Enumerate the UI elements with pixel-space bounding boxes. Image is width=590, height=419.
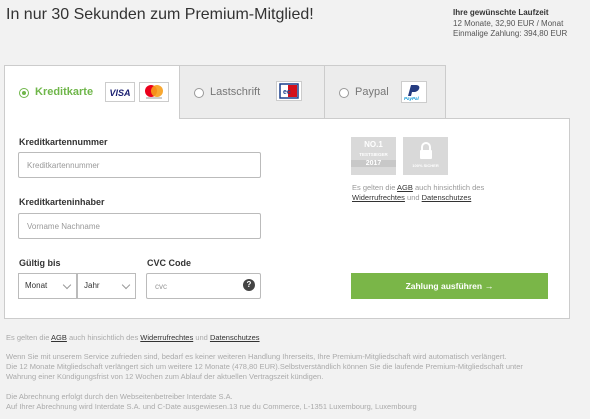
svg-text:ec: ec (283, 89, 291, 96)
agb-notice-right: Es gelten die AGB auch hinsichtlich des … (352, 183, 485, 202)
plan-summary-total: Einmalige Zahlung: 394,80 EUR (453, 29, 568, 38)
chevron-down-icon (121, 280, 131, 290)
visa-logo-icon: VISA (105, 82, 135, 102)
badge-no1: NO.1 (364, 140, 383, 149)
mastercard-logo-icon (139, 82, 169, 102)
plan-summary-title: Ihre gewünschte Laufzeit (453, 8, 549, 17)
pay-button-label: Zahlung ausführen (405, 281, 483, 291)
page-title: In nur 30 Sekunden zum Premium-Mitglied! (6, 6, 314, 23)
tab-lastschrift[interactable]: Lastschrift ec (179, 65, 325, 118)
valid-until-label: Gültig bis (19, 258, 61, 268)
svg-text:PayPal: PayPal (404, 96, 420, 101)
cvc-field: ? (146, 273, 261, 299)
tab-kreditkarte[interactable]: Kreditkarte VISA (4, 65, 180, 119)
billing-notice: Die Abrechnung erfolgt durch den Webseit… (6, 392, 417, 411)
footer-agb: Es gelten die AGB auch hinsichtlich des … (6, 333, 260, 342)
cardnumber-input[interactable] (18, 152, 261, 178)
cardholder-label: Kreditkarteninhaber (19, 197, 105, 207)
plan-summary: Ihre gewünschte Laufzeit 12 Monate, 32,9… (453, 8, 567, 39)
month-select-value: Monat (25, 281, 48, 290)
badge-testsieger: TESTSIEGER (359, 152, 388, 157)
plan-summary-price: 12 Monate, 32,90 EUR / Monat (453, 19, 564, 28)
testsieger-badge: NO.1 TESTSIEGER 2017 (351, 137, 396, 175)
footer-widerruf-link[interactable]: Widerrufrechtes (140, 333, 193, 342)
tab-label-lastschrift: Lastschrift (210, 86, 261, 98)
year-select-value: Jahr (84, 281, 100, 290)
secure-badge: 100% SICHER (403, 137, 448, 175)
footer-agb-link[interactable]: AGB (51, 333, 67, 342)
ec-logo-icon: ec (276, 81, 302, 101)
chevron-down-icon (62, 280, 72, 290)
agb-link[interactable]: AGB (397, 183, 413, 192)
tab-label-paypal: Paypal (355, 86, 389, 98)
badge-secure-text: 100% SICHER (412, 163, 439, 168)
lock-icon (419, 142, 432, 159)
datenschutz-link[interactable]: Datenschutzes (422, 193, 472, 202)
badge-year: 2017 (351, 160, 396, 167)
radio-lastschrift[interactable] (194, 88, 204, 98)
widerruf-link[interactable]: Widerrufrechtes (352, 193, 405, 202)
arrow-right-icon: → (484, 281, 494, 291)
cardholder-input[interactable] (18, 213, 261, 239)
radio-kreditkarte[interactable] (19, 88, 29, 98)
radio-paypal[interactable] (339, 88, 349, 98)
tab-paypal[interactable]: Paypal PayPal (324, 65, 446, 118)
renewal-notice: Wenn Sie mit unserem Service zufrieden s… (6, 352, 523, 381)
cardnumber-label: Kreditkartennummer (19, 137, 108, 147)
tab-label-kreditkarte: Kreditkarte (35, 86, 94, 98)
pay-button[interactable]: Zahlung ausführen → (351, 273, 548, 299)
help-icon[interactable]: ? (243, 279, 255, 291)
paypal-logo-icon: PayPal (401, 81, 427, 103)
cvc-label: CVC Code (147, 258, 192, 268)
month-select[interactable]: Monat (18, 273, 77, 299)
year-select[interactable]: Jahr (77, 273, 136, 299)
footer-datenschutz-link[interactable]: Datenschutzes (210, 333, 260, 342)
